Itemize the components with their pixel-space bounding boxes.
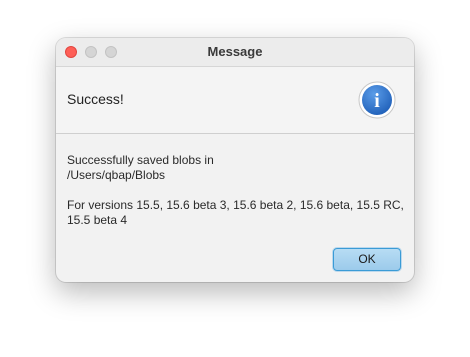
title-bar[interactable]: Message [56, 38, 414, 67]
ok-button[interactable]: OK [333, 248, 401, 271]
message-line-3: For versions 15.5, 15.6 beta 3, 15.6 bet… [67, 198, 404, 212]
message-body: Successfully saved blobs in /Users/qbap/… [67, 153, 407, 228]
info-icon: i [358, 81, 396, 119]
dialog-header: Success! i [56, 67, 414, 134]
info-icon-glyph: i [374, 90, 380, 112]
header-text: Success! [67, 91, 124, 107]
message-line-1: Successfully saved blobs in [67, 153, 214, 167]
message-line-2: /Users/qbap/Blobs [67, 168, 166, 182]
message-dialog: Message Success! i Successfully saved bl… [56, 38, 414, 282]
message-line-4: 15.5 beta 4 [67, 213, 128, 227]
window-title: Message [207, 44, 263, 59]
